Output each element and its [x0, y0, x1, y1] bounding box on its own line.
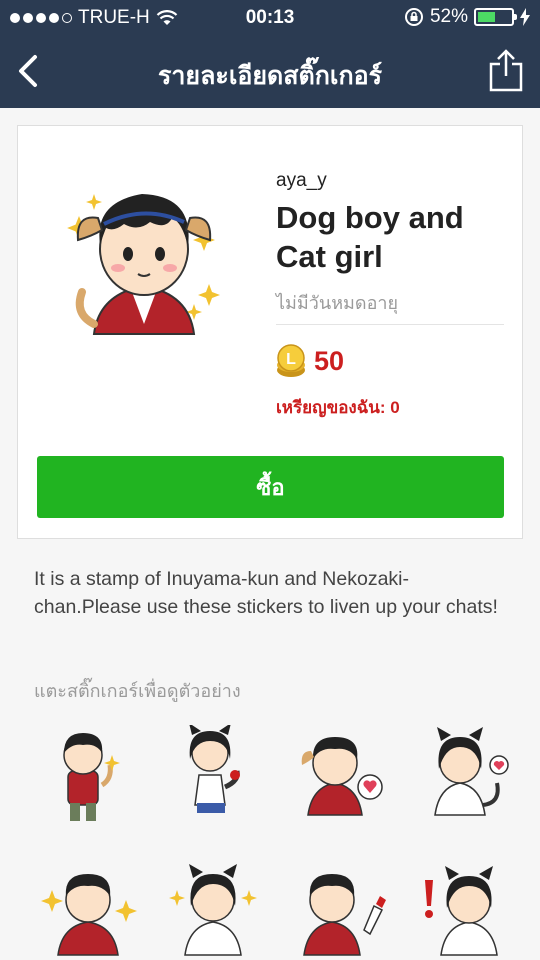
share-icon	[489, 49, 523, 92]
price-value: 50	[314, 345, 345, 376]
svg-text:L: L	[286, 351, 296, 368]
preview-hint: แตะสติ๊กเกอร์เพื่อดูตัวอย่าง	[34, 681, 241, 701]
battery-icon	[474, 8, 517, 26]
status-right: 52%	[404, 6, 530, 28]
sticker-info-card: aya_y Dog boy and Cat girl ไม่มีวันหมดอา…	[17, 125, 523, 539]
sticker-preview-5[interactable]	[40, 860, 140, 960]
share-button[interactable]	[486, 44, 526, 96]
sticker-preview-7[interactable]	[290, 860, 390, 960]
buy-button-label: ซื้อ	[256, 474, 285, 500]
sticker-preview-3[interactable]	[290, 725, 390, 825]
status-bar: TRUE-H 00:13 52%	[0, 0, 540, 36]
sticker-preview-1[interactable]	[40, 725, 140, 825]
sticker-preview-4[interactable]	[415, 725, 515, 825]
rotation-lock-icon	[404, 8, 423, 26]
my-coins-balance: เหรียญของฉัน: 0	[276, 398, 400, 417]
charging-icon	[520, 8, 530, 26]
battery-percent: 52%	[429, 6, 468, 27]
price-row: L 50	[276, 344, 344, 378]
back-button[interactable]	[8, 46, 48, 96]
nav-bar: รายละเอียดสติ๊กเกอร์	[0, 36, 540, 108]
page-title: รายละเอียดสติ๊กเกอร์	[157, 62, 383, 90]
chevron-left-icon	[19, 55, 37, 87]
author-name[interactable]: aya_y	[276, 170, 327, 192]
sticker-name: Dog boy and Cat girl	[276, 200, 464, 274]
validity-text: ไม่มีวันหมดอายุ	[276, 293, 399, 313]
buy-button[interactable]: ซื้อ	[37, 456, 504, 518]
divider	[276, 324, 504, 325]
sticker-preview-8[interactable]	[415, 860, 515, 960]
sticker-description: It is a stamp of Inuyama-kun and Nekozak…	[34, 568, 498, 618]
sticker-preview-6[interactable]	[165, 860, 265, 960]
main-sticker-image[interactable]	[54, 174, 224, 344]
sticker-preview-2[interactable]	[165, 725, 265, 825]
coin-icon: L	[277, 344, 305, 377]
